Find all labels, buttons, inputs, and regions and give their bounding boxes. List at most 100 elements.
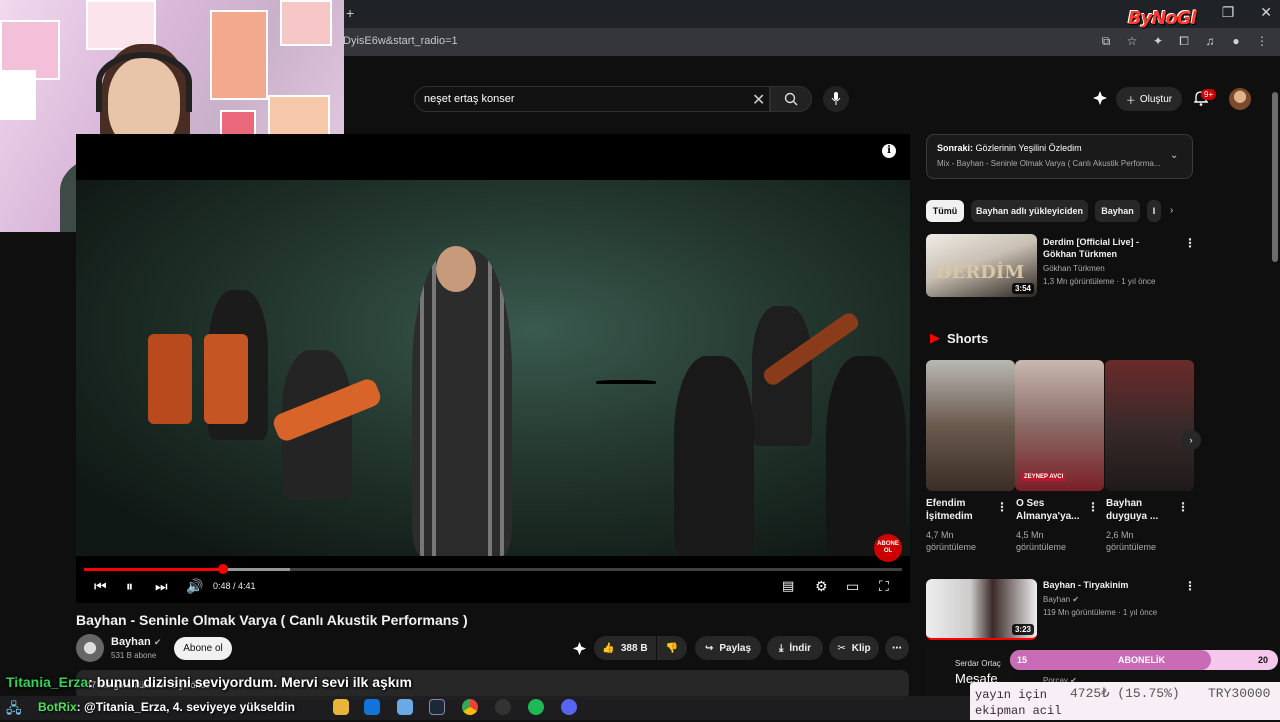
obs-icon[interactable] (495, 699, 511, 715)
chip-uploader[interactable]: Bayhan adlı yükleyiciden (971, 200, 1088, 222)
chip-more[interactable]: I (1147, 200, 1161, 222)
more-dots-icon[interactable]: ⋮ (1184, 236, 1196, 250)
chip-all[interactable]: Tümü (926, 200, 964, 222)
short-title-3[interactable]: Bayhan duyguya ... (1106, 497, 1158, 523)
short-title-line: İşitmedim (926, 511, 973, 522)
chevron-down-icon[interactable]: ⌄ (1170, 150, 1178, 161)
chip-bayhan[interactable]: Bayhan (1095, 200, 1140, 222)
short-title-2[interactable]: O Ses Almanya'ya... (1016, 497, 1080, 523)
more-dots-icon[interactable]: ⋮ (1177, 500, 1189, 514)
bot-message: BotRix: @Titania_Erza, 4. seviyeye yükse… (38, 700, 295, 714)
video-frame (76, 180, 910, 556)
related-channel-1[interactable]: Gökhan Türkmen (1043, 262, 1105, 275)
shorts-next-button[interactable]: › (1181, 430, 1201, 450)
share-button[interactable]: ↪ Paylaş (695, 636, 761, 660)
folder-icon[interactable] (333, 699, 349, 715)
sub-goal-fill (1010, 650, 1211, 670)
mic-icon (831, 92, 841, 105)
related-thumb-1[interactable]: DERDİM 3:54 (926, 234, 1037, 297)
dislike-button[interactable]: 👎 (657, 636, 687, 660)
video-title: Bayhan - Seninle Olmak Varya ( Canlı Aku… (76, 612, 468, 628)
chevron-right-icon[interactable]: › (1170, 205, 1173, 216)
star-icon[interactable]: ☆ (1124, 33, 1140, 49)
profile-icon[interactable]: ● (1228, 33, 1244, 49)
create-button[interactable]: ＋ Oluştur (1116, 87, 1182, 111)
close-window-button[interactable]: ✕ (1260, 4, 1272, 21)
up-next-label: Sonraki: (937, 143, 974, 153)
more-dots-icon[interactable]: ⋮ (1087, 500, 1099, 514)
next-icon[interactable]: ⏭ (155, 578, 168, 595)
ask-sparkle-icon[interactable] (572, 641, 587, 661)
streamer-logo: ByNoGl (1128, 8, 1197, 29)
settings-gear-icon[interactable]: ⚙ (815, 578, 828, 595)
more-dots-icon[interactable]: ⋮ (1184, 579, 1196, 593)
related-title-2[interactable]: Bayhan - Tiryakinim (1043, 579, 1173, 591)
download-button[interactable]: ⤓ İndir (767, 636, 823, 660)
download-label: İndir (789, 642, 812, 654)
theater-mode-icon[interactable]: ▭ (846, 578, 859, 595)
outlook-icon[interactable] (364, 699, 380, 715)
url-text[interactable]: DyisE6w&start_radio=1 (343, 35, 458, 47)
related-title-1[interactable]: Derdim [Official Live] - Gökhan Türkmen (1043, 236, 1173, 260)
channel-name-text: Bayhan (111, 636, 151, 648)
progress-played (84, 568, 223, 571)
install-icon[interactable]: ⧉ (1098, 33, 1114, 49)
duration-badge: 3:54 (1011, 283, 1034, 294)
up-next-card[interactable] (926, 134, 1193, 179)
clip-button[interactable]: ✂ Klip (829, 636, 879, 660)
short-views-line: görüntüleme (1016, 542, 1067, 552)
chat-username: Titania_Erza (6, 674, 89, 690)
bot-message-text: : @Titania_Erza, 4. seviyeye yükseldin (76, 700, 295, 714)
spotify-icon[interactable] (528, 699, 544, 715)
volume-icon[interactable]: 🔊 (186, 578, 203, 595)
fullscreen-icon[interactable]: ⛶ (879, 578, 889, 595)
new-tab-button[interactable]: + (346, 5, 354, 21)
user-avatar[interactable] (1229, 88, 1251, 110)
sub-goal-current: 15 (1017, 655, 1028, 665)
short-title-1[interactable]: Efendim İşitmedim (926, 497, 973, 523)
discord-icon[interactable] (561, 699, 577, 715)
subscribe-button[interactable]: Abone ol (174, 637, 232, 660)
channel-name[interactable]: Bayhan ✔ (111, 636, 161, 648)
steam-icon[interactable] (429, 699, 445, 715)
channel-avatar[interactable] (76, 634, 104, 662)
media-icon[interactable]: ♫ (1202, 33, 1218, 49)
steam-deck-icon[interactable]: 🖧 (6, 698, 22, 722)
donation-line: ekipman acil (975, 704, 1062, 718)
network-app-icon[interactable] (397, 699, 413, 715)
browser-toolbar-icons: ⧉ ☆ ✦ ⧠ ♫ ● ⋮ (1098, 33, 1270, 49)
clip-label: Klip (851, 642, 871, 654)
menu-dots-icon[interactable]: ⋮ (1254, 33, 1270, 49)
create-label: Oluştur (1139, 93, 1173, 105)
sub-goal-target: 20 (1258, 655, 1269, 665)
related-thumb-2[interactable]: 3:23 (926, 579, 1037, 640)
voice-search-button[interactable] (823, 86, 849, 112)
related-channel-2[interactable]: Bayhan ✔ (1043, 593, 1079, 606)
more-actions-button[interactable]: ⋯ (885, 636, 909, 660)
like-button[interactable]: 👍 388 B (594, 636, 656, 660)
more-dots-icon[interactable]: ⋮ (996, 500, 1008, 514)
chrome-icon[interactable] (462, 699, 478, 715)
short-thumb-2[interactable]: ZEYNEP AVCI (1015, 360, 1104, 491)
short-thumb-3[interactable] (1105, 360, 1194, 491)
extension-icon[interactable]: ✦ (1150, 33, 1166, 49)
search-button[interactable] (770, 86, 812, 112)
maximize-button[interactable]: ❐ (1222, 4, 1235, 21)
shorts-heading-text: Shorts (947, 330, 989, 346)
notification-badge: 9+ (1201, 89, 1217, 100)
pause-icon[interactable]: ⏸ (126, 578, 133, 595)
thumb-up-icon: 👍 (602, 642, 615, 654)
progress-scrubber[interactable] (218, 564, 228, 574)
captions-icon[interactable]: ▤ (782, 578, 794, 594)
short-thumb-1[interactable] (926, 360, 1015, 491)
short-badge: ZEYNEP AVCI (1021, 473, 1067, 481)
sparkle-icon[interactable] (1092, 90, 1108, 111)
puzzle-icon[interactable]: ⧠ (1176, 33, 1192, 49)
clear-search-icon[interactable]: ✕ (752, 90, 765, 110)
subscribe-watermark[interactable]: ABONE OL (874, 534, 902, 562)
previous-icon[interactable]: ⏮ (94, 578, 107, 595)
short-views-3: 2,6 Mn görüntüleme (1106, 529, 1156, 553)
page-scrollbar[interactable] (1272, 92, 1278, 262)
video-player[interactable] (76, 134, 910, 603)
info-icon[interactable]: i (882, 144, 896, 158)
